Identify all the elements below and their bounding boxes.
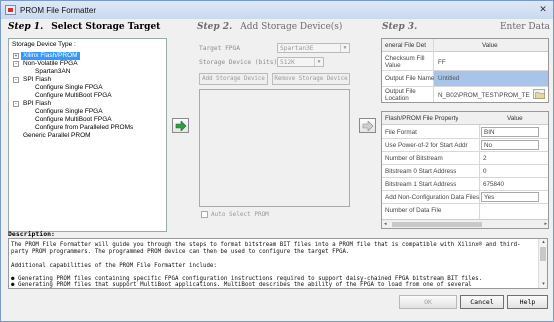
right-arrow-icon [175, 121, 187, 131]
storage-device-value: 512K [280, 59, 295, 66]
power-of-2-select[interactable]: No [481, 140, 539, 150]
output-file-name-field[interactable]: Untitled [438, 75, 459, 82]
chevron-down-icon: ▼ [340, 44, 349, 52]
grid-cell-name: Number of Bitstream [385, 155, 443, 162]
description-line: Additional capabilities of the PROM File… [11, 263, 217, 269]
add-storage-device-button[interactable]: Add Storage Device [199, 73, 268, 85]
file-format-value: BIN [484, 129, 495, 136]
tree-item-paralleled-proms[interactable]: Configure from Paralleled PROMs [35, 124, 133, 132]
tree-item-bpi-flash[interactable]: BPI Flash [23, 100, 51, 108]
ok-button[interactable]: OK [399, 295, 457, 309]
app-icon [5, 5, 16, 15]
right-arrow-icon [362, 121, 374, 131]
tree-item-spi-single-fpga[interactable]: Configure Single FPGA [35, 84, 103, 92]
storage-device-select[interactable]: 512K ▼ [277, 57, 324, 67]
grid-cell-name: File Format [385, 129, 417, 136]
grid-cell-name: Output File Location [385, 88, 416, 102]
browse-folder-button[interactable] [533, 89, 545, 99]
description-line: party PROM programmers. The programmed P… [11, 249, 350, 255]
checkbox[interactable] [201, 211, 208, 218]
output-file-location-field[interactable]: N_B02\PROM_TEST\PROM_TEST\ [438, 92, 530, 99]
grid-cell-value[interactable]: FF [438, 59, 446, 66]
collapse-icon[interactable]: - [13, 61, 19, 67]
power-of-2-value: No [484, 142, 493, 149]
grid-cell-name: Output File Name [385, 75, 435, 82]
scroll-up-icon[interactable]: ▴ [540, 239, 547, 246]
step1-number: Step 1. [8, 22, 44, 32]
column-header-value: Value [482, 42, 498, 49]
auto-select-prom-checkbox[interactable]: Auto Select PROM [201, 211, 269, 218]
tree-item-spi-flash[interactable]: SPI Flash [23, 76, 51, 84]
tree-item-bpi-single-fpga[interactable]: Configure Single FPGA [35, 108, 103, 116]
storage-device-label: Storage Device (bits): [199, 59, 281, 66]
step2-number: Step 2. [197, 22, 233, 32]
tree-item-bpi-multiboot-fpga[interactable]: Configure MultiBoot FPGA [35, 116, 112, 124]
target-fpga-select[interactable]: Spartan3E ▼ [277, 43, 350, 53]
remove-storage-device-button[interactable]: Remove Storage Device [272, 73, 350, 85]
step3-label: Enter Data [499, 22, 550, 32]
grid-cell-name: Number of Data File [385, 207, 442, 214]
general-file-details-grid[interactable]: eneral File Det Value Checksum Fill Valu… [381, 38, 549, 103]
next-step-arrow-button-2[interactable] [359, 118, 376, 133]
tree-item-spi-multiboot-fpga[interactable]: Configure MultiBoot FPGA [35, 92, 112, 100]
folder-icon [535, 92, 545, 99]
collapse-icon[interactable]: - [13, 77, 19, 83]
grid-cell-name: Bitstream 0 Start Address [385, 168, 457, 175]
grid-cell-value[interactable]: 0 [483, 168, 487, 175]
tree-item-xilinx-flash-prom[interactable]: Xilinx Flash/PROM [21, 52, 80, 60]
collapse-icon[interactable]: + [13, 53, 19, 59]
grid-cell-value[interactable]: 675840 [483, 181, 504, 188]
step1-label: Select Storage Target [51, 22, 161, 32]
non-config-data-select[interactable]: Yes [481, 192, 539, 202]
column-header-property: Flash/PROM File Property [385, 115, 459, 122]
collapse-icon[interactable]: - [13, 101, 19, 107]
step1-heading: Step 1. Select Storage Target [8, 22, 160, 32]
grid-header: eneral File Det Value [382, 39, 548, 52]
scroll-left-icon[interactable]: ◂ [384, 221, 387, 227]
column-header-property: eneral File Det [385, 42, 426, 49]
help-button[interactable]: Help [507, 295, 548, 309]
grid-cell-name: Use Power-of-2 for Start Addr [385, 142, 468, 149]
target-fpga-label: Target FPGA [199, 45, 240, 52]
tree-caption: Storage Device Type : [12, 41, 76, 48]
description-line: ● Generating PROM files that support Mul… [11, 282, 472, 288]
prom-file-formatter-window: PROM File Formatter ✕ Step 1. Select Stor… [0, 0, 554, 322]
non-config-data-value: Yes [484, 194, 495, 201]
auto-select-label: Auto Select PROM [211, 211, 269, 218]
storage-device-list[interactable] [199, 89, 350, 207]
target-fpga-value: Spartan3E [280, 45, 314, 52]
scrollbar-thumb[interactable] [392, 222, 482, 227]
tree-item-non-volatile-fpga[interactable]: Non-Volatile FPGA [23, 60, 78, 68]
grid-header: Flash/PROM File Property Value [382, 112, 548, 125]
vertical-scrollbar[interactable]: ▴ ▾ [538, 239, 547, 288]
file-format-select[interactable]: BIN [481, 127, 539, 137]
step2-label: Add Storage Device(s) [240, 22, 343, 32]
step2-heading: Step 2. Add Storage Device(s) [197, 22, 342, 32]
tree-item-generic-parallel-prom[interactable]: Generic Parallel PROM [23, 132, 91, 140]
step3-heading: Step 3. Enter Data [382, 22, 550, 32]
scrollbar-thumb[interactable] [540, 247, 546, 261]
grid-cell-value[interactable]: 2 [483, 155, 487, 162]
grid-cell-name: Bitstream 1 Start Address [385, 181, 457, 188]
chevron-down-icon: ▼ [314, 58, 323, 66]
horizontal-scrollbar[interactable]: ◂ ▸ [382, 219, 548, 228]
description-line: The PROM File Formatter will guide you t… [11, 242, 521, 248]
description-box[interactable]: The PROM File Formatter will guide you t… [8, 238, 548, 289]
cancel-button[interactable]: Cancel [460, 295, 504, 309]
next-step-arrow-button[interactable] [172, 118, 189, 133]
grid-cell-name: Checksum Fill Value [385, 55, 425, 69]
close-icon[interactable]: ✕ [536, 3, 550, 16]
window-title: PROM File Formatter [20, 5, 97, 15]
grid-cell-name: Add Non-Configuration Data Files [385, 194, 480, 201]
tree-item-spartan3an[interactable]: Spartan3AN [35, 68, 70, 76]
title-bar: PROM File Formatter ✕ [1, 1, 553, 19]
step3-number: Step 3. [382, 22, 418, 32]
scroll-down-icon[interactable]: ▾ [540, 281, 547, 288]
scroll-right-icon[interactable]: ▸ [544, 221, 547, 227]
description-heading: Description: [8, 230, 55, 238]
storage-device-tree[interactable]: Storage Device Type : + Xilinx Flash/PRO… [8, 38, 167, 232]
flash-prom-properties-grid[interactable]: Flash/PROM File Property Value File Form… [381, 111, 549, 229]
column-header-value: Value [507, 115, 523, 122]
